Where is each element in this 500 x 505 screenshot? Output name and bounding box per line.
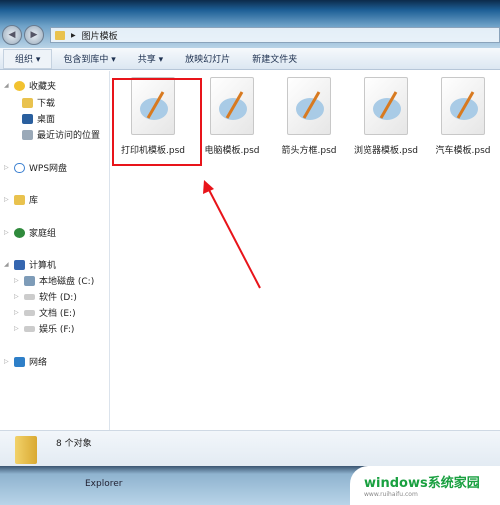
item-count: 8 个对象: [56, 439, 92, 449]
folder-icon: [15, 436, 37, 464]
watermark-brand: windows系统家园: [364, 476, 480, 491]
taskbar-label: Explorer: [85, 479, 123, 489]
watermark: windows系统家园 www.ruihaifu.com: [350, 466, 500, 505]
details-pane: 8 个对象: [0, 430, 500, 466]
watermark-url: www.ruihaifu.com: [364, 491, 418, 498]
